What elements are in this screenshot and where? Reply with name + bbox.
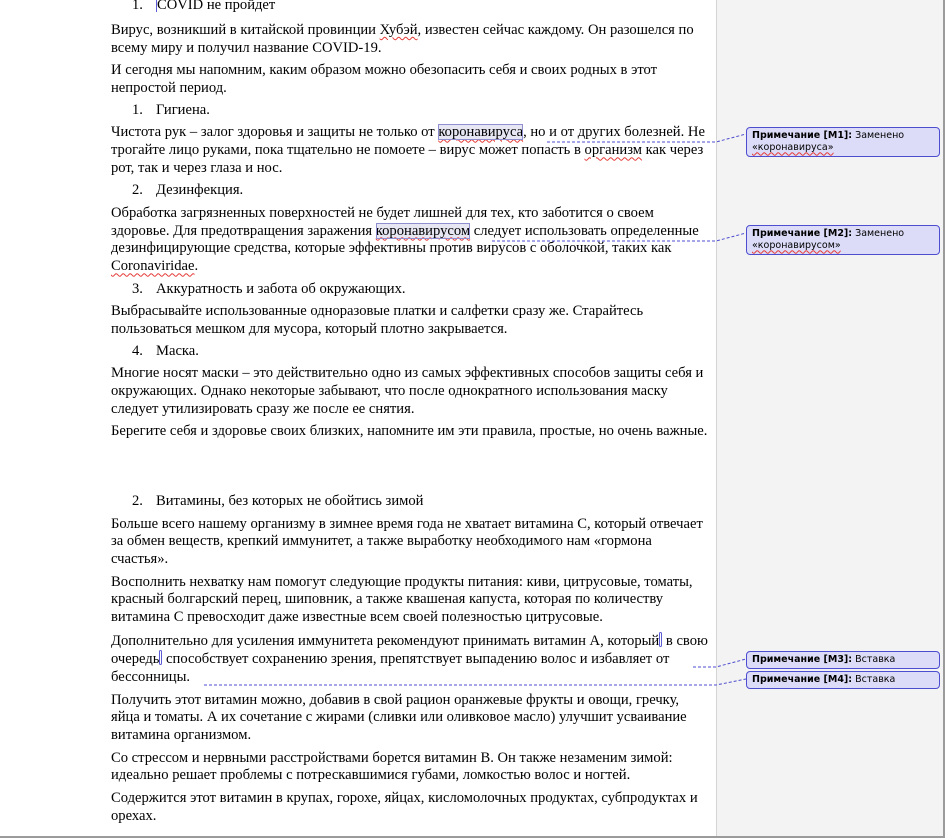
list-number: 3.: [132, 280, 143, 297]
paragraph: Вирус, возникший в китайской провинции Х…: [111, 22, 694, 56]
tracked-change-word-m2[interactable]: коронавирусом: [375, 222, 471, 239]
paragraph: Восполнить нехватку нам помогут следующи…: [111, 573, 693, 626]
paragraph: Выбрасывайте использованные одноразовые …: [111, 302, 644, 337]
comment-title: Примечание [M2]:: [752, 228, 853, 239]
list-item-heading-covid: 1. COVID не пройдет: [111, 0, 756, 15]
paragraph: Берегите себя и здоровье своих близких, …: [111, 423, 708, 440]
list-number: 1.: [132, 0, 143, 13]
comment-balloon-m3[interactable]: Примечание [M3]: Вставка: [746, 651, 940, 669]
document-body[interactable]: 1. COVID не пройдет Вирус, возникший в ки…: [111, 0, 711, 830]
paragraph: Дополнительно для усиления иммунитета ре…: [111, 631, 708, 686]
spelling-error[interactable]: Coronaviridae: [111, 258, 194, 274]
heading-text: COVID не пройдет: [157, 0, 276, 13]
paragraph: Со стрессом и нервными расстройствами бо…: [111, 749, 673, 784]
spelling-error[interactable]: Хубэй: [380, 22, 418, 38]
markup-pane: [716, 0, 945, 838]
list-number: 1.: [132, 102, 143, 119]
paragraph: Получить этот витамин можно, добавив в с…: [111, 691, 687, 744]
list-number: 2.: [132, 493, 143, 510]
paragraph: Чистота рук – залог здоровья и защиты не…: [111, 124, 705, 177]
list-item-vitamins: 2. Витамины, без которых не обойтись зимо…: [132, 493, 424, 510]
spelling-error[interactable]: организм: [585, 142, 642, 158]
comment-title: Примечание [M4]:: [752, 674, 853, 685]
paragraph: Многие носят маски – это действительно о…: [111, 365, 704, 417]
comment-balloon-m4[interactable]: Примечание [M4]: Вставка: [746, 671, 940, 689]
comment-word: «коронавирусом»: [752, 239, 841, 251]
paragraph: Содержится этот витамин в крупах, горохе…: [111, 789, 698, 824]
paragraph: Обработка загрязненных поверхностей не б…: [111, 204, 699, 275]
document-page[interactable]: 1. COVID не пройдет Вирус, возникший в ки…: [0, 0, 716, 838]
list-item-care: 3. Аккуратность и забота об окружающих.: [132, 280, 406, 297]
list-item-disinfection: 2. Дезинфекция.: [132, 182, 244, 199]
comment-balloon-m1[interactable]: Примечание [M1]: Заменено «коронавируса»: [746, 127, 940, 157]
list-item-hygiene: 1. Гигиена.: [132, 102, 210, 119]
paragraph: Больше всего нашему организму в зимнее в…: [111, 515, 703, 568]
list-number: 2.: [132, 182, 143, 199]
comment-word: «коронавируса»: [752, 141, 834, 153]
comment-balloon-m2[interactable]: Примечание [M2]: Заменено «коронавирусом…: [746, 225, 940, 255]
paragraph: И сегодня мы напомним, каким образом мож…: [111, 62, 658, 97]
comment-title: Примечание [M1]:: [752, 130, 853, 141]
list-number: 4.: [132, 342, 143, 359]
list-item-mask: 4. Маска.: [132, 342, 199, 359]
tracked-change-word-m1[interactable]: коронавируса: [438, 124, 524, 141]
comment-title: Примечание [M3]:: [752, 654, 853, 665]
